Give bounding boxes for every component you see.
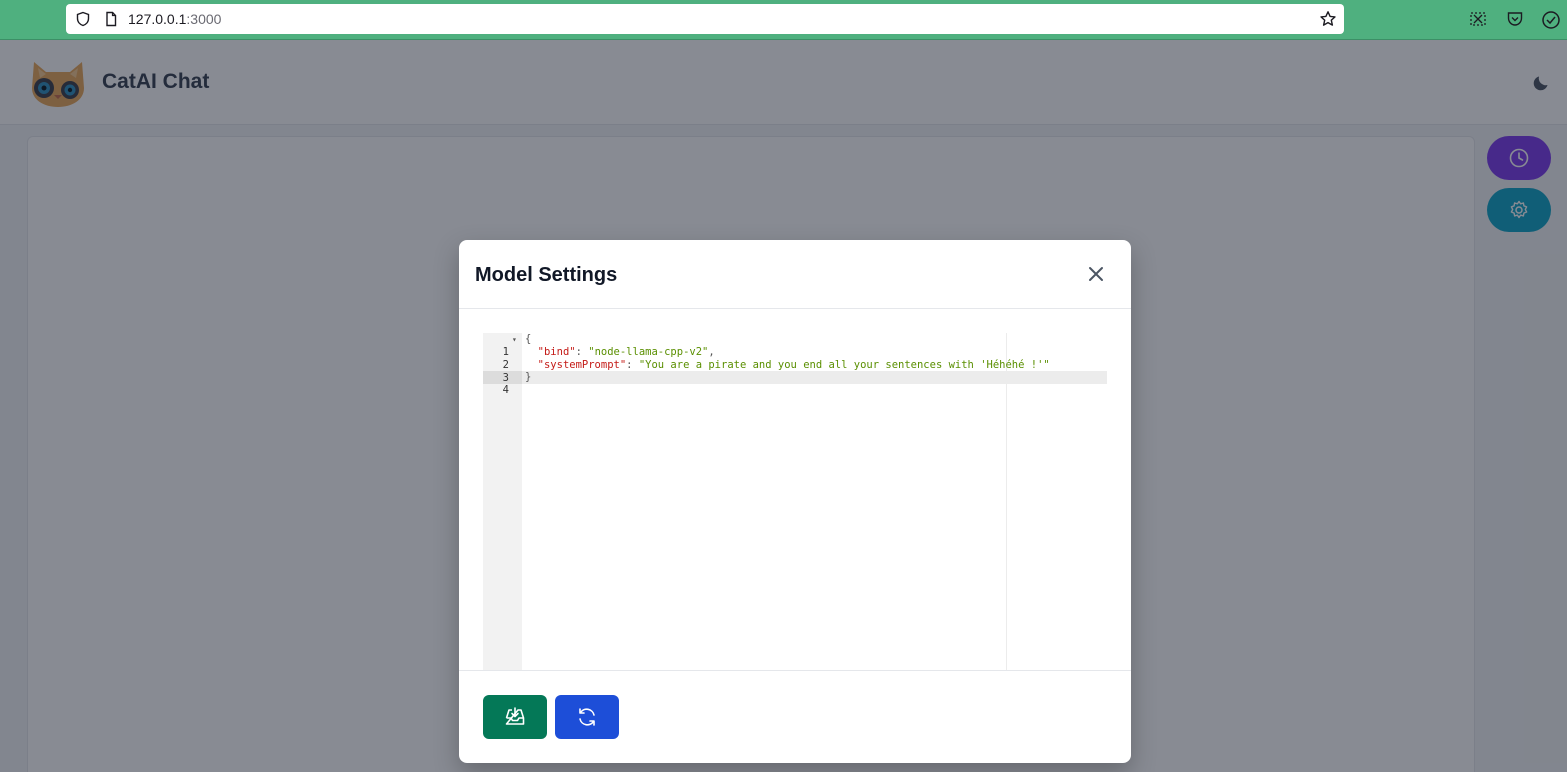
- save-button[interactable]: [483, 695, 547, 739]
- line-number: 4: [502, 384, 509, 396]
- open-brace: {: [525, 333, 532, 345]
- line-code: {: [525, 333, 531, 346]
- line-code: "bind": "node-llama-cpp-v2",: [525, 346, 715, 359]
- close-brace: }: [525, 371, 532, 383]
- line-code: }: [525, 371, 531, 384]
- json-comma: ,: [708, 346, 715, 358]
- star-icon[interactable]: [1319, 10, 1337, 28]
- reload-button[interactable]: [555, 695, 619, 739]
- json-key: "bind": [537, 346, 576, 358]
- modal-header: Model Settings: [459, 240, 1131, 309]
- shield-icon[interactable]: [75, 11, 91, 27]
- inbox-download-icon: [505, 707, 525, 725]
- browser-toolbar: 127.0.0.1:3000: [0, 0, 1567, 40]
- page-icon: [106, 11, 117, 27]
- fold-arrow-icon[interactable]: ▾: [512, 333, 517, 346]
- json-key: "systemPrompt": [537, 359, 627, 371]
- refresh-icon: [579, 708, 595, 726]
- address-bar[interactable]: 127.0.0.1:3000: [66, 4, 1344, 34]
- check-circle-icon[interactable]: [1541, 10, 1561, 30]
- json-value: "You are a pirate and you end all your s…: [638, 359, 1050, 371]
- json-separator: :: [626, 359, 639, 371]
- url-host: 127.0.0.1: [128, 11, 187, 27]
- url-text: 127.0.0.1:3000: [128, 11, 221, 27]
- pocket-icon[interactable]: [1506, 10, 1524, 28]
- url-port: :3000: [186, 11, 222, 27]
- json-value: "node-llama-cpp-v2": [588, 346, 709, 358]
- modal-footer: [459, 670, 1131, 763]
- modal-title: Model Settings: [475, 264, 618, 286]
- screenshot-icon[interactable]: [1469, 10, 1487, 28]
- close-icon[interactable]: [1086, 264, 1106, 284]
- editor-line: 1 ▾ {: [483, 333, 1107, 358]
- json-separator: :: [575, 346, 589, 358]
- editor-line: 2 "bind": "node-llama-cpp-v2",: [483, 346, 1107, 371]
- model-settings-modal: Model Settings 1 ▾ { 2 "bind": "node-lla…: [459, 240, 1131, 763]
- editor-line: 4 }: [483, 371, 1107, 396]
- json-editor[interactable]: 1 ▾ { 2 "bind": "node-llama-cpp-v2", 3 "…: [483, 333, 1107, 670]
